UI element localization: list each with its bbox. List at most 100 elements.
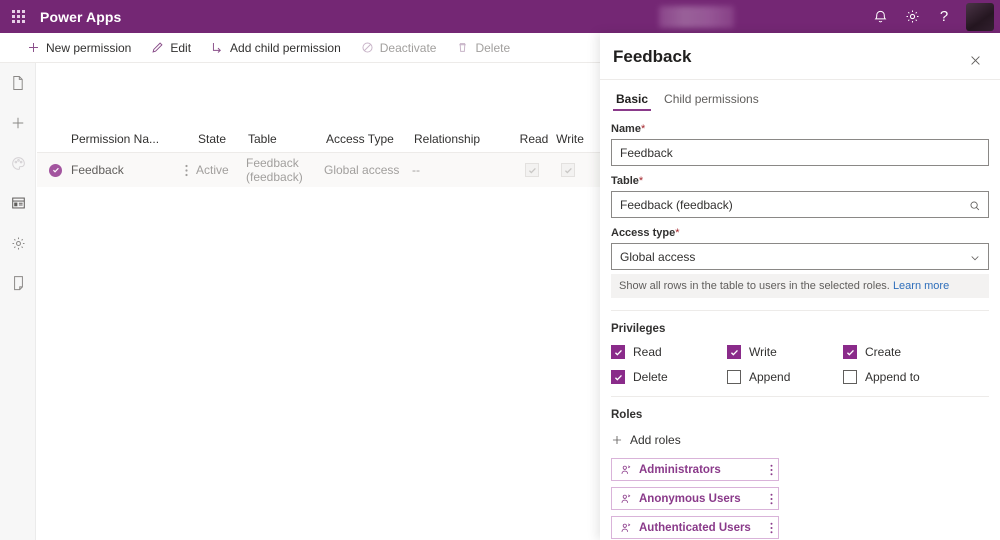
close-icon[interactable]: [962, 47, 988, 73]
column-header-read[interactable]: Read: [520, 132, 549, 146]
table-lookup-input[interactable]: Feedback (feedback): [611, 191, 989, 218]
name-required-marker: *: [640, 123, 646, 135]
sidebar-item-pages[interactable]: [0, 63, 36, 103]
table-lookup-value: Feedback (feedback): [620, 197, 733, 212]
checkbox-read[interactable]: [611, 345, 625, 359]
access-type-dropdown[interactable]: Global access: [611, 243, 989, 270]
row-more-icon[interactable]: [176, 164, 196, 177]
name-label-text: Name: [611, 123, 641, 135]
access-type-value: Global access: [620, 249, 696, 264]
more-vertical-icon[interactable]: [770, 522, 773, 534]
column-header-permission-name[interactable]: Permission Na...: [71, 132, 159, 146]
cell-write-checkbox: [561, 163, 575, 177]
check-circle-icon: [49, 163, 62, 177]
privileges-title: Privileges: [611, 323, 666, 335]
privilege-write[interactable]: Write: [727, 345, 843, 359]
waffle-icon[interactable]: [0, 0, 36, 33]
privilege-delete-label: Delete: [633, 370, 668, 384]
chevron-down-icon[interactable]: [969, 244, 981, 271]
role-chip-label: Authenticated Users: [639, 521, 751, 534]
cell-access-type: Global access: [324, 163, 400, 177]
roles-title: Roles: [611, 409, 643, 421]
role-chip-label: Anonymous Users: [639, 492, 741, 505]
avatar[interactable]: [966, 2, 994, 31]
power-apps-window: Power Apps ? New permission Edit Add chi…: [0, 0, 1000, 540]
sidebar-item-theme[interactable]: [0, 143, 36, 183]
plus-icon: [611, 434, 623, 446]
column-header-state[interactable]: State: [198, 132, 226, 146]
checkbox-create[interactable]: [843, 345, 857, 359]
bell-icon[interactable]: [864, 0, 896, 33]
checkbox-append-to[interactable]: [843, 370, 857, 384]
search-icon[interactable]: [969, 192, 981, 219]
deactivate-label: Deactivate: [379, 40, 437, 55]
privilege-append[interactable]: Append: [727, 370, 843, 384]
privilege-append-to[interactable]: Append to: [843, 370, 989, 384]
privileges-divider: [611, 310, 989, 311]
column-header-relationship[interactable]: Relationship: [414, 132, 480, 146]
role-chip-administrators[interactable]: Administrators: [611, 458, 779, 481]
gear-icon[interactable]: [896, 0, 928, 33]
panel-tabs: Basic Child permissions: [600, 80, 1000, 113]
suite-header: Power Apps ?: [0, 0, 1000, 33]
more-vertical-icon[interactable]: [770, 493, 773, 505]
checkbox-append[interactable]: [727, 370, 741, 384]
panel-header: Feedback: [600, 33, 1000, 79]
sidebar-item-settings[interactable]: [0, 223, 36, 263]
tab-basic[interactable]: Basic: [613, 88, 652, 113]
tab-child-permissions[interactable]: Child permissions: [661, 88, 762, 113]
redacted-environment-field: [659, 5, 734, 28]
add-child-permission-button[interactable]: Add child permission: [202, 33, 350, 63]
checkbox-write[interactable]: [727, 345, 741, 359]
new-permission-button[interactable]: New permission: [18, 33, 140, 63]
delete-label: Delete: [475, 40, 511, 55]
privilege-create[interactable]: Create: [843, 345, 989, 359]
learn-more-link[interactable]: Learn more: [893, 280, 949, 292]
table-required-marker: *: [638, 175, 644, 187]
role-chip-anonymous-users[interactable]: Anonymous Users: [611, 487, 779, 510]
privilege-read[interactable]: Read: [611, 345, 727, 359]
name-input[interactable]: Feedback: [611, 139, 989, 166]
table-label-text: Table: [611, 175, 639, 187]
panel-body: Name* Feedback Table* Feedback (feedback…: [600, 113, 1000, 539]
delete-button[interactable]: Delete: [447, 33, 519, 63]
person-icon: [620, 464, 632, 476]
add-roles-label: Add roles: [630, 433, 681, 447]
trash-icon: [456, 41, 469, 54]
sidebar-item-components[interactable]: [0, 183, 36, 223]
new-permission-label: New permission: [46, 40, 132, 55]
app-title: Power Apps: [40, 8, 122, 25]
privilege-append-label: Append: [749, 370, 791, 384]
column-header-table[interactable]: Table: [248, 132, 277, 146]
feedback-detail-panel: Feedback Basic Child permissions Name* F…: [600, 33, 1000, 540]
access-type-help-sentence: Show all rows in the table to users in t…: [619, 280, 890, 292]
role-chip-label: Administrators: [639, 463, 721, 476]
privilege-write-label: Write: [749, 345, 777, 359]
question-mark-icon[interactable]: ?: [928, 0, 960, 33]
table-field-group: Table* Feedback (feedback): [611, 175, 989, 218]
sidebar-item-preview[interactable]: [0, 263, 36, 303]
checkbox-delete[interactable]: [611, 370, 625, 384]
block-circle-icon: [361, 41, 374, 54]
sidebar-item-add[interactable]: [0, 103, 36, 143]
edit-button[interactable]: Edit: [142, 33, 200, 63]
column-header-access-type[interactable]: Access Type: [326, 132, 394, 146]
cell-relationship: --: [412, 163, 420, 177]
access-type-label-text: Access type: [611, 227, 676, 239]
cell-permission-name: Feedback: [71, 163, 124, 177]
role-chip-authenticated-users[interactable]: Authenticated Users: [611, 516, 779, 539]
roles-divider: [611, 396, 989, 397]
add-child-permission-label: Add child permission: [230, 40, 341, 55]
privileges-group: Read Write Create Delete Append Append t…: [611, 345, 989, 384]
privilege-read-label: Read: [633, 345, 662, 359]
privilege-append-to-label: Append to: [865, 370, 920, 384]
privilege-delete[interactable]: Delete: [611, 370, 727, 384]
deactivate-button[interactable]: Deactivate: [352, 33, 446, 63]
more-vertical-icon[interactable]: [770, 464, 773, 476]
column-header-write[interactable]: Write: [556, 132, 584, 146]
row-select-indicator[interactable]: [49, 163, 71, 177]
add-roles-button[interactable]: Add roles: [611, 429, 687, 451]
plus-icon: [27, 41, 40, 54]
cell-read-checkbox: [525, 163, 539, 177]
edit-label: Edit: [170, 40, 192, 55]
